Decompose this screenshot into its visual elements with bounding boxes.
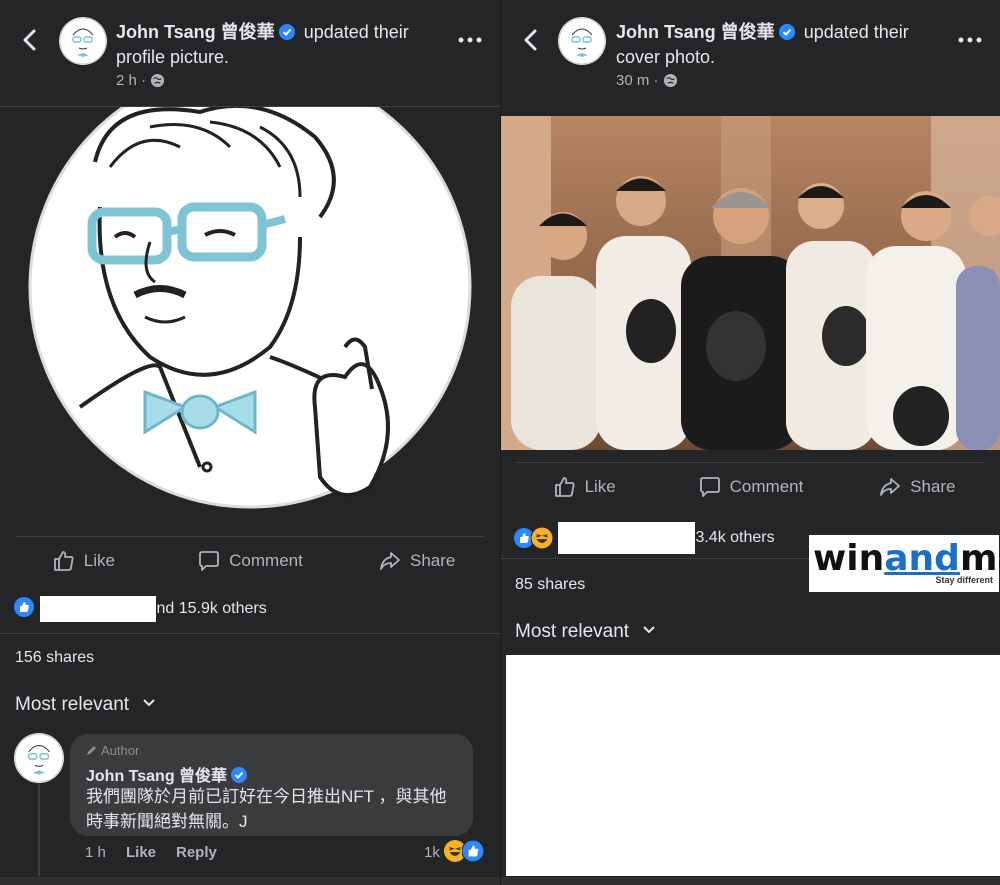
comment-text: 我們團隊於月前已訂好在今日推出NFT ，與其他時事新聞絕對無關。J: [86, 787, 447, 831]
share-button[interactable]: Share: [834, 472, 1000, 502]
comment-bubble: Author John Tsang 曾俊華 我們團隊於月前已訂好在今日推出NFT…: [70, 734, 473, 836]
like-label: Like: [83, 551, 115, 570]
comment-like-link[interactable]: Like: [126, 844, 156, 861]
chevron-down-icon: [643, 626, 656, 634]
watermark-text: winandmac: [813, 538, 1000, 579]
thumbs-up-icon: [554, 477, 575, 497]
comment-reply-link[interactable]: Reply: [176, 844, 217, 861]
back-arrow-icon[interactable]: [517, 26, 545, 54]
left-post-panel: John Tsang 曾俊華 updated their profile pic…: [0, 0, 500, 885]
comment-time: 1 h: [85, 844, 106, 861]
commenter-avatar[interactable]: [14, 733, 64, 783]
shares-count[interactable]: 156 shares: [15, 649, 94, 667]
back-arrow-icon[interactable]: [16, 26, 44, 54]
post-header-text: John Tsang 曾俊華 updated their profile pic…: [116, 20, 436, 70]
post-actions: Like Comment Share: [0, 546, 500, 576]
post-time: 30 m ·: [616, 72, 659, 89]
watermark-logo: winandmac Stay different: [809, 535, 1000, 592]
sort-label: Most relevant: [15, 694, 130, 715]
reactions-summary[interactable]: nd 15.9k others: [14, 596, 267, 622]
share-label: Share: [409, 551, 456, 570]
actions-top-divider: [15, 536, 485, 537]
share-icon: [880, 478, 901, 496]
share-icon: [380, 552, 400, 570]
share-label: Share: [910, 477, 956, 496]
author-tag: Author: [86, 743, 139, 758]
more-options-icon[interactable]: [458, 36, 482, 44]
actions-top-divider: [515, 462, 985, 463]
verified-badge-icon: [778, 24, 795, 40]
comment-sort-dropdown[interactable]: Most relevant: [515, 621, 656, 643]
post-meta: 30 m ·: [616, 72, 678, 89]
reaction-icons: [514, 527, 554, 549]
author-tag-label: Author: [101, 743, 140, 758]
like-button[interactable]: Like: [0, 546, 167, 576]
comment-sort-dropdown[interactable]: Most relevant: [15, 694, 156, 716]
author-name[interactable]: John Tsang 曾俊華: [616, 22, 775, 42]
chevron-down-icon: [143, 699, 156, 707]
commenter-name[interactable]: John Tsang 曾俊華: [86, 762, 251, 786]
commenter-name-text: John Tsang 曾俊華: [86, 768, 228, 785]
shares-count[interactable]: 85 shares: [515, 576, 585, 594]
verified-badge-icon: [231, 767, 248, 783]
post-header-text: John Tsang 曾俊華 updated their cover photo…: [616, 20, 936, 70]
thread-line: [38, 783, 40, 876]
verified-badge-icon: [278, 24, 295, 40]
reactions-summary[interactable]: 3.4k others: [514, 522, 775, 554]
haha-reaction-icon: [531, 527, 553, 549]
like-reaction-icon: [462, 840, 484, 862]
comment-button[interactable]: Comment: [667, 472, 833, 502]
more-options-icon[interactable]: [958, 36, 982, 44]
author-avatar[interactable]: [558, 17, 606, 65]
comment-button[interactable]: Comment: [167, 546, 334, 576]
comment-reaction-count[interactable]: 1k: [424, 844, 440, 861]
pencil-icon: [87, 746, 96, 755]
reactions-count: 3.4k others: [695, 529, 775, 547]
bottom-bar: [501, 877, 1000, 885]
author-name[interactable]: John Tsang 曾俊華: [116, 22, 275, 42]
sort-label: Most relevant: [515, 621, 630, 642]
globe-icon: [663, 73, 677, 88]
share-button[interactable]: Share: [333, 546, 500, 576]
watermark-tagline: Stay different: [935, 575, 993, 585]
post-meta: 2 h ·: [116, 72, 165, 89]
comment-label: Comment: [229, 551, 303, 570]
redacted-name: [40, 596, 157, 622]
author-avatar[interactable]: [59, 17, 107, 65]
like-button[interactable]: Like: [501, 472, 667, 502]
globe-icon: [151, 73, 165, 88]
comment-reactions: [444, 840, 488, 862]
reactions-count: nd 15.9k others: [156, 600, 267, 618]
redacted-area: [506, 655, 1000, 876]
comment-label: Comment: [729, 477, 804, 496]
right-post-panel: John Tsang 曾俊華 updated their cover photo…: [501, 0, 1000, 885]
profile-picture-image[interactable]: [0, 107, 500, 527]
shares-divider: [0, 633, 500, 634]
like-label: Like: [584, 477, 616, 496]
cover-photo-image[interactable]: [501, 116, 1000, 450]
comment-icon: [199, 551, 220, 571]
bottom-bar: [0, 877, 500, 885]
post-time: 2 h ·: [116, 72, 147, 89]
thumbs-up-icon: [53, 551, 74, 571]
redacted-name: [558, 522, 696, 554]
comment-icon: [699, 477, 720, 497]
post-actions: Like Comment Share: [501, 472, 1000, 502]
like-reaction-icon: [14, 596, 34, 622]
